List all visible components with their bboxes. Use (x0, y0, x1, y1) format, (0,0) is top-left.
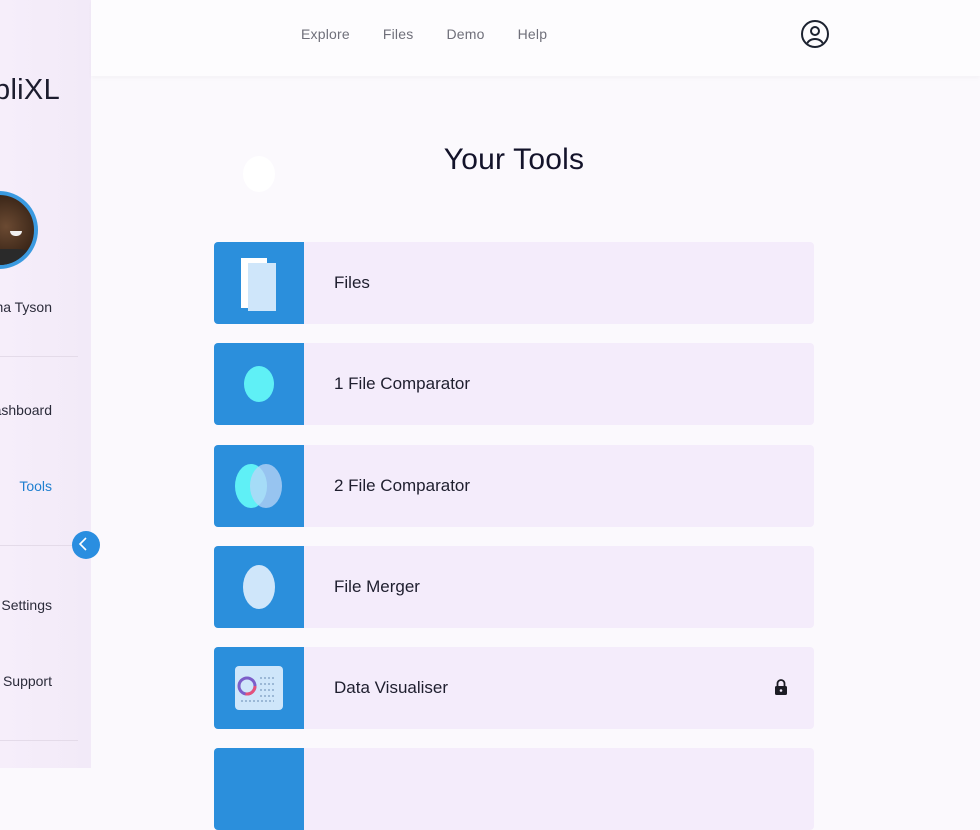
sidebar-item-settings[interactable]: Settings (0, 597, 52, 613)
page-title: Your Tools (443, 143, 585, 176)
tool-label: 1 File Comparator (334, 374, 471, 393)
avatar (0, 191, 38, 269)
tool-files[interactable]: Files (214, 242, 814, 324)
tool-icon-box (214, 546, 304, 628)
tool-label: Files (334, 273, 370, 292)
top-nav-links: Explore Files Demo Help (301, 26, 580, 42)
dashboard-chart-icon (214, 666, 304, 729)
nav-link-demo[interactable]: Demo (446, 26, 484, 42)
tool-1-file-comparator[interactable]: 1 File Comparator (214, 343, 814, 425)
merge-circle-icon (214, 565, 304, 628)
sidebar-item-dashboard[interactable]: Dashboard (0, 402, 52, 418)
tool-label: 2 File Comparator (334, 476, 471, 495)
tool-row-partial[interactable] (214, 748, 814, 830)
tool-file-merger[interactable]: File Merger (214, 546, 814, 628)
nav-link-help[interactable]: Help (518, 26, 548, 42)
top-navigation: Explore Files Demo Help (91, 0, 980, 76)
divider (0, 356, 78, 357)
sidebar-item-support[interactable]: Support (0, 673, 52, 689)
divider (0, 545, 78, 546)
tool-icon-box (214, 343, 304, 425)
tool-icon-box (214, 445, 304, 527)
tool-icon-box (214, 647, 304, 729)
lock-icon (774, 679, 788, 695)
tool-data-visualiser[interactable]: Data Visualiser (214, 647, 814, 729)
sidebar-item-tools[interactable]: Tools (0, 478, 52, 494)
nav-link-files[interactable]: Files (383, 26, 414, 42)
overlap-circles-icon (214, 464, 304, 527)
chevron-left-icon (78, 535, 88, 556)
tool-icon-box (214, 748, 304, 830)
user-profile-button[interactable] (801, 20, 829, 48)
user-name: Amma Tyson (0, 299, 52, 315)
tool-label: Data Visualiser (334, 678, 449, 697)
single-circle-icon (214, 366, 304, 425)
sidebar-collapse-button[interactable] (72, 531, 100, 559)
sidebar: SimpliXL Amma Tyson Dashboard Tools Sett… (0, 0, 91, 768)
divider (0, 740, 78, 741)
files-icon (214, 258, 304, 324)
tool-icon-box (214, 242, 304, 324)
brand-text: SimpliXL (0, 74, 60, 106)
tool-2-file-comparator[interactable]: 2 File Comparator (214, 445, 814, 527)
nav-link-explore[interactable]: Explore (301, 26, 350, 42)
tool-label: File Merger (334, 577, 420, 596)
